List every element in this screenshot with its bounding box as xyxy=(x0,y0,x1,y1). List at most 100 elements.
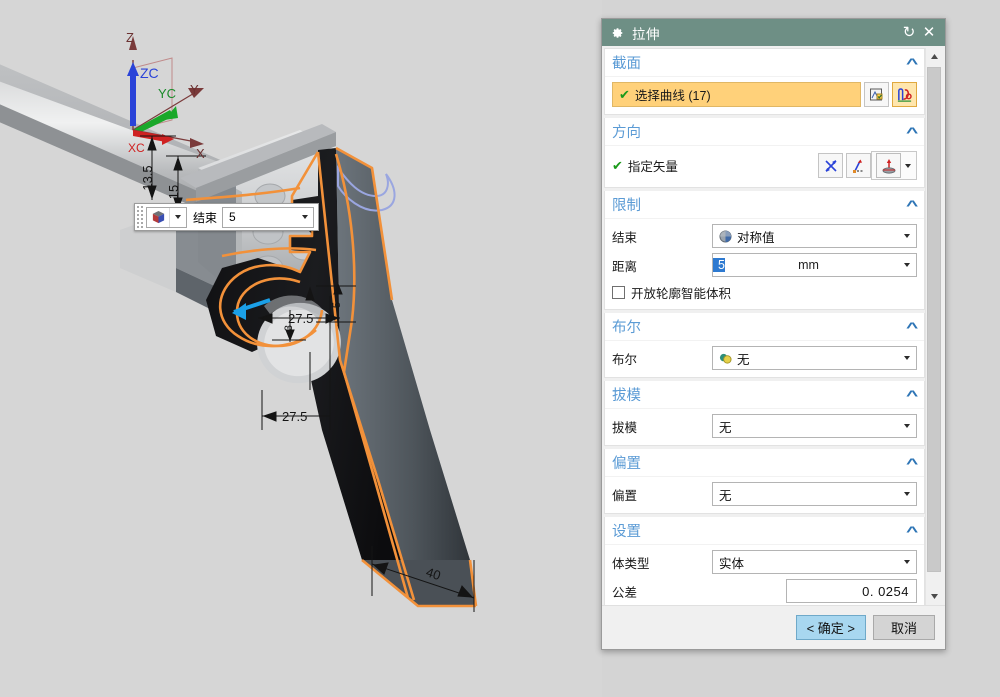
tolerance-input[interactable]: 0. 0254 xyxy=(786,579,917,603)
end-type-combo[interactable]: 对称值 xyxy=(712,224,917,248)
dialog-titlebar[interactable]: 拉伸 ↻ ✕ xyxy=(602,19,945,46)
select-curve-label: 选择曲线 (17) xyxy=(634,89,711,103)
offset-row: 偏置 无 xyxy=(612,482,917,506)
tolerance-value: 0. 0254 xyxy=(862,583,909,599)
reverse-direction-button[interactable] xyxy=(818,153,843,178)
section-header-direction[interactable]: 方向 ^ xyxy=(605,118,924,146)
section-header-draft[interactable]: 拔模 ^ xyxy=(605,381,924,409)
boolean-label: 布尔 xyxy=(612,352,638,367)
offset-combo[interactable]: 无 xyxy=(712,482,917,506)
extent-type-combo[interactable] xyxy=(146,206,187,228)
chevron-up-icon[interactable]: ^ xyxy=(906,56,918,70)
section-limits: 限制 ^ 结束 对称值 距离 5 mm 开放轮廓智能体积 xyxy=(604,191,925,310)
distance-value: 5 xyxy=(713,258,725,272)
dimension-label: 27.5 xyxy=(288,311,313,326)
scrollbar-track[interactable] xyxy=(926,65,943,588)
boolean-row: 布尔 无 xyxy=(612,346,917,370)
section-title: 限制 xyxy=(612,198,641,214)
drag-handle[interactable] xyxy=(135,204,144,230)
chevron-up-icon[interactable]: ^ xyxy=(906,524,918,538)
axis-label-z: Z xyxy=(126,30,134,45)
body-type-combo[interactable]: 实体 xyxy=(712,550,917,574)
end-label: 结束 xyxy=(612,230,638,245)
vector-constructor-button[interactable] xyxy=(876,153,901,178)
on-screen-distance-dropdown-arrow[interactable] xyxy=(297,215,313,219)
draft-combo[interactable]: 无 xyxy=(712,414,917,438)
ok-button[interactable]: < 确定 > xyxy=(795,615,866,640)
body-type-dropdown-arrow[interactable] xyxy=(898,551,916,573)
distance-unit: mm xyxy=(798,258,819,272)
on-screen-distance-input[interactable]: 5 xyxy=(222,206,315,228)
open-profile-row[interactable]: 开放轮廓智能体积 xyxy=(612,283,917,302)
vector-snap-button[interactable] xyxy=(846,153,871,178)
distance-label: 距离 xyxy=(612,259,638,274)
section-title: 拔模 xyxy=(612,388,641,404)
section-header-settings[interactable]: 设置 ^ xyxy=(605,517,924,545)
body-type-row: 体类型 实体 xyxy=(612,550,917,574)
boolean-combo[interactable]: 无 xyxy=(712,346,917,370)
boolean-dropdown-arrow[interactable] xyxy=(898,347,916,369)
on-screen-input-toolbar[interactable]: 结束 5 xyxy=(134,203,320,231)
axis-label-zc: ZC xyxy=(140,65,159,81)
gear-icon xyxy=(610,26,624,40)
offset-dropdown-arrow[interactable] xyxy=(898,483,916,505)
close-button[interactable]: ✕ xyxy=(919,23,939,43)
axis-label-y: Y xyxy=(190,82,199,97)
dimension-label: 13.5 xyxy=(140,165,155,190)
vector-dropdown-arrow[interactable] xyxy=(901,163,915,168)
boolean-none-icon xyxy=(719,352,732,365)
green-check-icon: ✔ xyxy=(612,157,623,173)
chevron-up-icon[interactable]: ^ xyxy=(906,456,918,470)
dialog-scrollbar[interactable] xyxy=(925,48,943,605)
curve-rule-button[interactable] xyxy=(864,82,889,107)
select-curve-field[interactable]: ✔ 选择曲线 (17) xyxy=(612,82,861,107)
axis-label-yc: YC xyxy=(158,86,176,101)
distance-input[interactable]: 5 mm xyxy=(712,253,917,277)
reset-button[interactable]: ↻ xyxy=(899,23,919,43)
end-row: 结束 对称值 xyxy=(612,224,917,248)
end-type-dropdown-arrow[interactable] xyxy=(898,225,916,247)
scroll-up-button[interactable] xyxy=(926,48,943,65)
sketch-curve-button[interactable] xyxy=(892,82,917,107)
draft-dropdown-arrow[interactable] xyxy=(898,415,916,437)
section-header-limits[interactable]: 限制 ^ xyxy=(605,191,924,219)
cancel-button[interactable]: 取消 xyxy=(873,615,935,640)
boolean-value: 无 xyxy=(737,352,750,367)
dimension-label: 5 xyxy=(331,302,343,308)
on-screen-distance-value: 5 xyxy=(229,210,236,224)
section-title: 方向 xyxy=(612,125,641,141)
open-profile-label: 开放轮廓智能体积 xyxy=(631,287,732,301)
draft-label: 拔模 xyxy=(612,420,638,435)
section-title: 设置 xyxy=(612,524,641,540)
draft-row: 拔模 无 xyxy=(612,414,917,438)
select-curve-row: ✔ 选择曲线 (17) xyxy=(612,82,917,107)
distance-unit-dropdown-arrow[interactable] xyxy=(898,263,916,267)
section-header-offset[interactable]: 偏置 ^ xyxy=(605,449,924,477)
dialog-footer: < 确定 > 取消 xyxy=(602,605,945,649)
symmetric-value-icon xyxy=(719,229,732,243)
green-check-icon: ✔ xyxy=(619,86,630,102)
model-graphics: 13.5 15 30 5 3 27.5 27.5 40 Z ZC Y YC X … xyxy=(0,30,478,612)
axis-label-x: X xyxy=(196,146,205,161)
open-profile-checkbox[interactable] xyxy=(612,286,625,299)
vector-constructor-group xyxy=(871,151,917,180)
dialog-title: 拉伸 xyxy=(632,26,660,42)
chevron-up-icon[interactable]: ^ xyxy=(906,198,918,212)
3d-viewport[interactable]: 13.5 15 30 5 3 27.5 27.5 40 Z ZC Y YC X … xyxy=(0,0,602,697)
on-screen-end-label: 结束 xyxy=(193,210,218,225)
offset-value: 无 xyxy=(719,488,732,503)
tolerance-label: 公差 xyxy=(612,585,638,600)
axis-label-xc: XC xyxy=(128,141,145,155)
chevron-up-icon[interactable]: ^ xyxy=(906,388,918,402)
tolerance-row: 公差 0. 0254 xyxy=(612,579,917,603)
scroll-down-button[interactable] xyxy=(926,588,943,605)
section-header-boolean[interactable]: 布尔 ^ xyxy=(605,313,924,341)
chevron-up-icon[interactable]: ^ xyxy=(906,320,918,334)
section-boolean: 布尔 ^ 布尔 无 xyxy=(604,313,925,378)
scrollbar-thumb[interactable] xyxy=(927,67,941,572)
section-header-curve[interactable]: 截面 ^ xyxy=(605,49,924,77)
extent-type-dropdown-arrow[interactable] xyxy=(169,207,186,227)
section-settings: 设置 ^ 体类型 实体 公差 0. 0254 xyxy=(604,517,925,605)
dialog-scroll-area: 截面 ^ ✔ 选择曲线 (17) 方向 ^ ✔ 指定矢量 限制 ^ 结束 对称值… xyxy=(602,46,945,605)
chevron-up-icon[interactable]: ^ xyxy=(906,125,918,139)
